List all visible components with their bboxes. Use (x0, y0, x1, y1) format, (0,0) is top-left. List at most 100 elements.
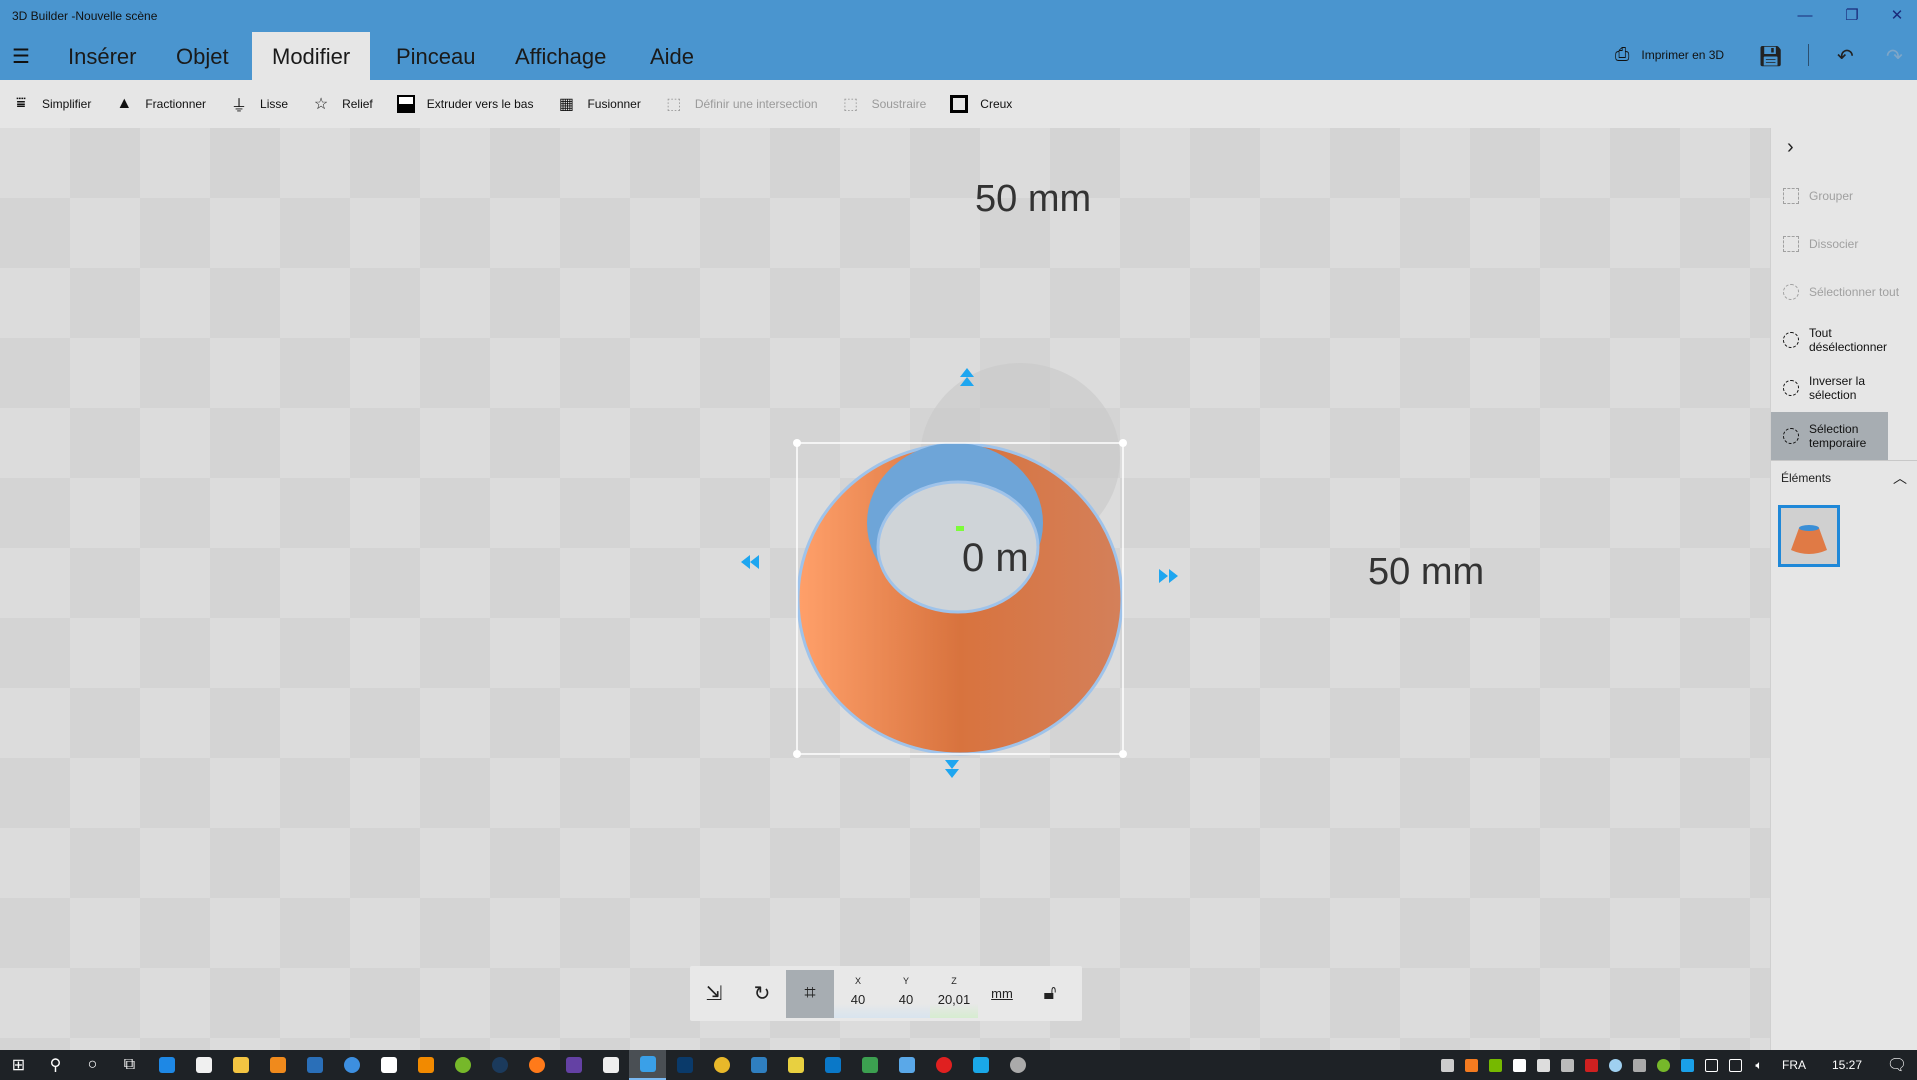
defender-icon[interactable] (1507, 1058, 1531, 1072)
smooth-button[interactable]: ⏚ Lisse (230, 95, 289, 115)
app-icon[interactable] (999, 1050, 1036, 1080)
vlc-icon[interactable] (407, 1050, 444, 1080)
hamburger-menu-icon[interactable]: ☰ (12, 44, 30, 69)
redo-icon[interactable]: ↷ (1886, 44, 1903, 69)
airplane-icon[interactable] (1435, 1058, 1459, 1072)
unit-selector[interactable]: mm (978, 970, 1026, 1018)
extrude-down-button[interactable]: Extruder vers le bas (396, 95, 533, 113)
z-size-field[interactable]: Z 20,01 (930, 969, 978, 1018)
select-all-button[interactable]: Sélectionner tout (1771, 268, 1917, 316)
smooth-label: Lisse (260, 97, 289, 111)
app-icon[interactable] (740, 1050, 777, 1080)
intersect-icon: ⬚ (666, 96, 682, 113)
app-tray-icon[interactable] (1627, 1058, 1651, 1072)
close-button[interactable]: ✕ (1877, 4, 1917, 28)
nvidia-icon[interactable] (1483, 1058, 1507, 1072)
printer-icon[interactable] (1555, 1058, 1579, 1072)
tab-affichage[interactable]: Affichage (495, 32, 626, 80)
collapse-elements-chevron-icon[interactable]: ︿ (1893, 468, 1907, 488)
twitch-icon[interactable] (555, 1050, 592, 1080)
tab-modifier[interactable]: Modifier (252, 32, 371, 80)
usb-icon[interactable] (1699, 1058, 1723, 1072)
tab-pinceau[interactable]: Pinceau (376, 32, 496, 80)
3d-builder-icon[interactable] (629, 1050, 666, 1080)
subtract-label: Soustraire (871, 97, 927, 111)
deselect-all-button[interactable]: Tout désélectionner (1771, 316, 1888, 364)
media-player-icon[interactable] (259, 1050, 296, 1080)
temporary-selection-button[interactable]: Sélection temporaire (1771, 412, 1888, 460)
app-tray-icon[interactable] (1531, 1058, 1555, 1072)
resize-handle[interactable] (793, 750, 801, 758)
network-icon[interactable] (1723, 1058, 1747, 1072)
avast-icon[interactable] (1459, 1058, 1483, 1072)
relief-button[interactable]: ☆ Relief (312, 95, 373, 113)
app-icon[interactable] (333, 1050, 370, 1080)
scale-tool-icon[interactable]: ⌗ (786, 969, 834, 1018)
app-icon[interactable] (666, 1050, 703, 1080)
camera-icon[interactable] (592, 1050, 629, 1080)
chrome-icon[interactable] (703, 1050, 740, 1080)
cpu-icon[interactable] (1579, 1058, 1603, 1072)
move-down-arrow-icon[interactable] (945, 760, 959, 778)
explorer-icon[interactable] (222, 1050, 259, 1080)
tab-aide[interactable]: Aide (630, 32, 714, 80)
utorrent-tray-icon[interactable] (1651, 1058, 1675, 1072)
move-left-arrow-icon[interactable] (741, 555, 759, 569)
drop-icon[interactable] (1603, 1058, 1627, 1072)
app-icon[interactable] (925, 1050, 962, 1080)
save-icon[interactable]: 💾︎ (1758, 44, 1783, 69)
undo-icon[interactable]: ↶ (1837, 44, 1854, 69)
split-button[interactable]: ▲ Fractionner (115, 95, 206, 113)
simplify-button[interactable]: ⩸ Simplifier (12, 95, 91, 113)
volume-icon[interactable]: 🔈︎ (1747, 1058, 1771, 1073)
app-icon[interactable] (888, 1050, 925, 1080)
move-tool-icon[interactable]: ⇲ (690, 970, 738, 1018)
hollow-button[interactable]: Creux (950, 95, 1012, 113)
resize-handle[interactable] (793, 439, 801, 447)
utorrent-icon[interactable] (444, 1050, 481, 1080)
y-size-field[interactable]: Y 40 (882, 969, 930, 1018)
group-button[interactable]: Grouper (1771, 172, 1888, 220)
ungroup-button[interactable]: Dissocier (1771, 220, 1888, 268)
task-view-icon[interactable]: ⧉ (111, 1050, 148, 1080)
edge-icon[interactable] (148, 1050, 185, 1080)
z-value: 20,01 (937, 991, 971, 1007)
firefox-icon[interactable] (518, 1050, 555, 1080)
search-icon[interactable]: ⚲ (37, 1050, 74, 1080)
minimize-button[interactable]: — (1785, 4, 1825, 28)
invert-selection-button[interactable]: Inverser la sélection (1771, 364, 1888, 412)
restore-button[interactable]: ❐ (1832, 4, 1872, 28)
language-indicator[interactable]: FRA (1771, 1058, 1817, 1072)
x-size-field[interactable]: X 40 (834, 969, 882, 1018)
select-all-label: Sélectionner tout (1809, 285, 1900, 299)
clock[interactable]: 15:27 (1817, 1058, 1877, 1072)
intersect-button[interactable]: ⬚ Définir une intersection (665, 95, 817, 113)
merge-button[interactable]: ▦ Fusionner (557, 95, 641, 113)
notifications-icon[interactable]: 🗨︎ (1877, 1055, 1917, 1075)
mail-icon[interactable] (370, 1050, 407, 1080)
app-icon[interactable] (296, 1050, 333, 1080)
move-right-arrow-icon[interactable] (1159, 569, 1178, 583)
app-icon[interactable] (814, 1050, 851, 1080)
app-icon[interactable] (962, 1050, 999, 1080)
collapse-panel-chevron-icon[interactable]: › (1787, 136, 1794, 159)
rotate-tool-icon[interactable]: ↻ (738, 970, 786, 1018)
tab-inserer[interactable]: Insérer (48, 32, 156, 80)
app-icon[interactable] (777, 1050, 814, 1080)
store-icon[interactable] (185, 1050, 222, 1080)
cortana-icon[interactable]: ○ (74, 1050, 111, 1080)
lock-proportions-icon[interactable]: 🔓︎ (1026, 970, 1074, 1018)
steam-icon[interactable] (481, 1050, 518, 1080)
app-icon[interactable] (851, 1050, 888, 1080)
element-thumbnail[interactable] (1778, 505, 1840, 567)
start-button-icon[interactable]: ⊞ (0, 1050, 37, 1080)
subtract-button[interactable]: ⬚ Soustraire (842, 95, 927, 113)
resize-handle[interactable] (1119, 439, 1127, 447)
resize-handle[interactable] (1119, 750, 1127, 758)
logitech-icon[interactable] (1675, 1058, 1699, 1072)
tab-objet[interactable]: Objet (156, 32, 249, 80)
3d-viewport[interactable]: 50 mm 50 mm 0 m (0, 128, 1770, 1050)
x-value: 40 (850, 991, 866, 1007)
hollow-label: Creux (980, 97, 1013, 111)
print-3d-button[interactable]: ⎙ Imprimer en 3D (1615, 44, 1724, 65)
